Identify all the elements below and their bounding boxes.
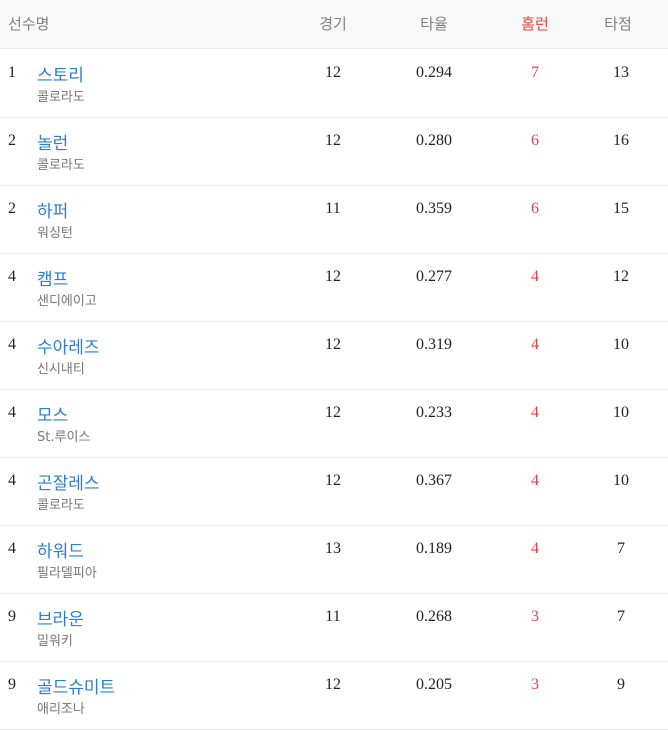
games-value: 11: [325, 608, 341, 625]
player-name-link[interactable]: 스토리: [37, 61, 84, 86]
table-row: 4 캠프 샌디에이고 12 0.277 4 12: [0, 253, 668, 322]
rbi-value: 10: [613, 336, 629, 353]
rank: 9: [8, 676, 16, 693]
rbi-value: 16: [613, 132, 629, 149]
team-name: St.루이스: [37, 430, 91, 445]
batting-average-value: 0.277: [416, 268, 452, 285]
player-name-link[interactable]: 수아레즈: [37, 333, 100, 358]
table-row: 4 수아레즈 신시내티 12 0.319 4 10: [0, 321, 668, 390]
header-home-runs: 홈런: [521, 15, 549, 33]
team-name: 필라델피아: [37, 566, 97, 581]
batting-average-value: 0.319: [416, 336, 452, 353]
player-name-link[interactable]: 놀런: [37, 129, 68, 154]
table-row: 4 하워드 필라델피아 13 0.189 4 7: [0, 525, 668, 594]
team-name: 애리조나: [37, 702, 85, 717]
table-row: 2 하퍼 워싱턴 11 0.359 6 15: [0, 185, 668, 254]
home-runs-value: 4: [531, 472, 539, 489]
games-value: 12: [325, 472, 341, 489]
home-runs-value: 6: [531, 132, 539, 149]
home-runs-value: 4: [531, 404, 539, 421]
table-row: 9 브라운 밀워키 11 0.268 3 7: [0, 593, 668, 662]
games-value: 12: [325, 676, 341, 693]
table-row: 9 골드슈미트 애리조나 12 0.205 3 9: [0, 661, 668, 730]
team-name: 신시내티: [37, 362, 85, 377]
header-player-name: 선수명: [8, 15, 50, 33]
games-value: 12: [325, 64, 341, 81]
header-games: 경기: [319, 15, 347, 33]
rank: 2: [8, 132, 16, 149]
rbi-value: 9: [617, 676, 625, 693]
rbi-value: 10: [613, 404, 629, 421]
rbi-value: 10: [613, 472, 629, 489]
games-value: 12: [325, 404, 341, 421]
batting-average-value: 0.189: [416, 540, 452, 557]
rank: 4: [8, 336, 16, 353]
games-value: 13: [325, 540, 341, 557]
table-row: 2 놀런 콜로라도 12 0.280 6 16: [0, 117, 668, 186]
rank: 2: [8, 200, 16, 217]
home-runs-value: 4: [531, 268, 539, 285]
player-name-link[interactable]: 하퍼: [37, 197, 68, 222]
player-name-link[interactable]: 모스: [37, 401, 68, 426]
home-runs-value: 6: [531, 200, 539, 217]
table-row: 4 곤잘레스 콜로라도 12 0.367 4 10: [0, 457, 668, 526]
table-header: 선수명 경기 타율 홈런 타점: [0, 0, 668, 49]
home-runs-value: 4: [531, 336, 539, 353]
player-name-link[interactable]: 골드슈미트: [37, 673, 115, 698]
rbi-value: 7: [617, 540, 625, 557]
player-name-link[interactable]: 곤잘레스: [37, 469, 100, 494]
table-row: 4 모스 St.루이스 12 0.233 4 10: [0, 389, 668, 458]
batting-average-value: 0.205: [416, 676, 452, 693]
batting-average-value: 0.367: [416, 472, 452, 489]
rbi-value: 7: [617, 608, 625, 625]
header-rbi: 타점: [604, 15, 632, 33]
rank: 4: [8, 268, 16, 285]
rank: 4: [8, 540, 16, 557]
team-name: 콜로라도: [37, 498, 85, 513]
home-runs-value: 3: [531, 608, 539, 625]
team-name: 콜로라도: [37, 90, 85, 105]
batting-average-value: 0.233: [416, 404, 452, 421]
player-name-link[interactable]: 하워드: [37, 537, 84, 562]
games-value: 12: [325, 132, 341, 149]
team-name: 샌디에이고: [37, 294, 97, 309]
rank: 9: [8, 608, 16, 625]
home-runs-value: 7: [531, 64, 539, 81]
player-name-link[interactable]: 캠프: [37, 265, 68, 290]
batting-average-value: 0.280: [416, 132, 452, 149]
rank: 4: [8, 404, 16, 421]
batting-average-value: 0.359: [416, 200, 452, 217]
batting-average-value: 0.268: [416, 608, 452, 625]
team-name: 콜로라도: [37, 158, 85, 173]
table-row: 1 스토리 콜로라도 12 0.294 7 13: [0, 49, 668, 118]
rbi-value: 15: [613, 200, 629, 217]
home-runs-value: 3: [531, 676, 539, 693]
home-runs-value: 4: [531, 540, 539, 557]
rbi-value: 12: [613, 268, 629, 285]
team-name: 밀워키: [37, 634, 73, 649]
header-batting-average: 타율: [420, 15, 448, 33]
batting-average-value: 0.294: [416, 64, 452, 81]
rank: 1: [8, 64, 16, 81]
rank: 4: [8, 472, 16, 489]
rbi-value: 13: [613, 64, 629, 81]
games-value: 12: [325, 268, 341, 285]
player-name-link[interactable]: 브라운: [37, 605, 84, 630]
games-value: 12: [325, 336, 341, 353]
games-value: 11: [325, 200, 341, 217]
team-name: 워싱턴: [37, 226, 73, 241]
